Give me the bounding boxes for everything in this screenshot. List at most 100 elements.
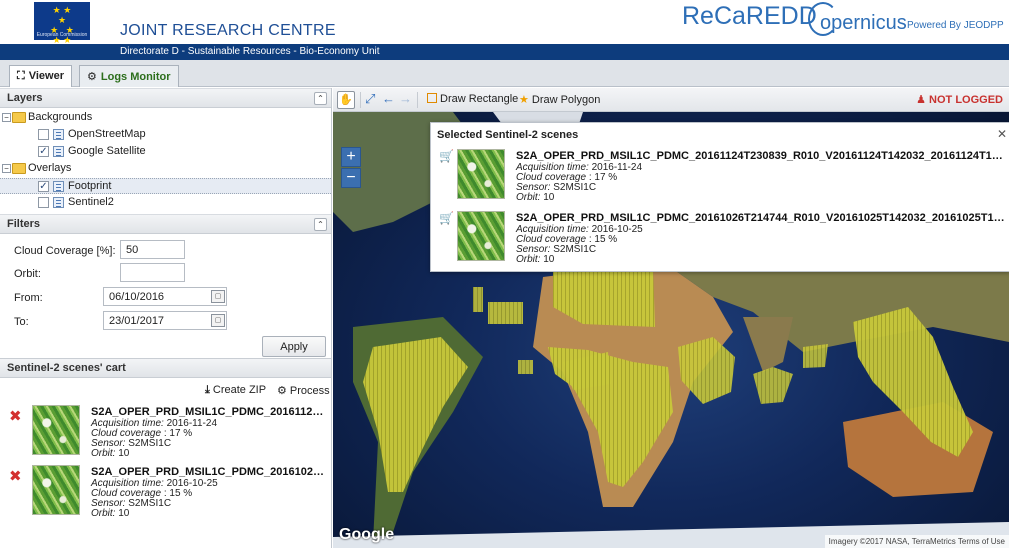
sensor-value: S2MSI1C [553,182,597,193]
calendar-icon[interactable]: ▢ [211,290,225,303]
orbit-label: Orbit: [14,268,41,280]
scene-thumbnail [32,465,80,515]
orbit-input[interactable] [120,263,185,282]
map-icon: ⛶ [17,70,25,82]
layer-label: Google Satellite [68,145,146,157]
collapse-tree-icon[interactable]: − [2,113,11,122]
folder-icon [12,163,26,174]
folder-icon [12,112,26,123]
orbit-value: 10 [543,192,555,203]
layer-icon [53,197,64,208]
layer-checkbox[interactable] [38,129,49,140]
orbit-value: 10 [118,508,130,519]
tab-logs-monitor[interactable]: ⚙ Logs Monitor [79,65,179,87]
footprint-atlantic [518,360,533,374]
tab-viewer[interactable]: ⛶ Viewer [9,65,72,87]
eu-logo: ★ ★ ★★ ★★ ★ ★ European Commission [34,2,90,55]
layer-google-satellite[interactable]: ✓ Google Satellite [0,144,331,160]
back-arrow-icon[interactable]: ← [382,91,395,106]
google-logo: Google [339,526,395,543]
scene-thumbnail [32,405,80,455]
layer-checkbox[interactable]: ✓ [38,181,49,192]
tree-group-backgrounds[interactable]: − Backgrounds [0,110,331,126]
scene-name: S2A_OPER_PRD_MSIL1C_PDMC_20161124T230839… [516,150,1006,162]
process-button[interactable]: ⚙ Process [277,384,330,397]
remove-icon[interactable]: ✖ [9,407,22,425]
orbit-label: Orbit: [91,448,116,459]
layer-label: Footprint [68,180,112,192]
layers-panel-header[interactable]: Layers ⌃ [0,88,331,108]
tab-bar: ⛶ Viewer ⚙ Logs Monitor [0,60,1009,87]
orbit-value: 10 [543,254,555,265]
app-header: ★ ★ ★★ ★★ ★ ★ European Commission JOINT … [0,0,1009,55]
layer-checkbox[interactable] [38,197,49,208]
layer-checkbox[interactable]: ✓ [38,146,49,157]
footprint-europe-strip [488,302,523,324]
scene-meta: Acquisition time: 2016-10-25 Cloud cover… [516,225,643,265]
cloud-coverage-input[interactable] [120,240,185,259]
copernicus-logo: opernicus [808,2,907,36]
star-icon: ★ [519,94,529,106]
scene-thumbnail [457,149,505,199]
eu-logo-caption: European Commission [36,32,88,38]
tab-logs-label: Logs Monitor [100,71,171,83]
tree-group-label: Backgrounds [28,111,93,123]
not-logged-label: NOT LOGGED [929,94,1003,106]
apply-button[interactable]: Apply [262,336,326,357]
layer-openstreetmap[interactable]: OpenStreetMap [0,127,331,143]
collapse-tree-icon[interactable]: − [2,164,11,173]
forward-arrow-icon[interactable]: → [399,91,412,106]
cart-title: Sentinel-2 scenes' cart [7,362,126,374]
zoom-in-button[interactable]: + [341,147,361,167]
calendar-icon[interactable]: ▢ [211,314,225,327]
cart-icon[interactable]: 🛒 [439,149,454,163]
user-icon: ♟ [916,94,926,106]
tree-group-overlays[interactable]: − Overlays [0,161,331,177]
map-toolbar: ✋ ⤢ ← → Draw Rectangle ★ Draw Polygon ♟ N… [333,88,1009,112]
copernicus-word: opernicus [820,12,907,34]
not-logged-status[interactable]: ♟ NOT LOGGED [916,93,1003,106]
zoom-extent-icon[interactable]: ⤢ [365,91,375,107]
popup-title: Selected Sentinel-2 scenes [437,129,579,141]
from-label: From: [14,292,43,304]
directorate-bar: Directorate D - Sustainable Resources - … [0,44,1009,60]
tree-group-label: Overlays [28,162,72,174]
zoom-out-button[interactable]: − [341,168,361,188]
collapse-filters-icon[interactable]: ⌃ [314,218,327,231]
map-attribution[interactable]: Imagery ©2017 NASA, TerraMetrics Terms o… [824,535,1009,548]
directorate-label: Directorate D - Sustainable Resources - … [120,46,380,57]
draw-polygon-button[interactable]: ★ Draw Polygon [519,93,600,111]
cart-icon[interactable]: 🛒 [439,211,454,225]
layer-icon [53,129,64,140]
sensor-value: S2MSI1C [128,498,172,509]
gear-icon: ⚙ [87,71,97,83]
to-date-input[interactable] [103,311,227,330]
orbit-label: Orbit: [91,508,116,519]
remove-icon[interactable]: ✖ [9,467,22,485]
scene-name: S2A_OPER_PRD_MSIL1C_PDMC_20161026T214744… [516,212,1006,224]
to-label: To: [14,316,29,328]
cart-actions: ⤓ Create ZIP ⚙ Process [0,379,331,401]
filters-panel-header[interactable]: Filters ⌃ [0,214,331,234]
sensor-value: S2MSI1C [128,438,172,449]
create-zip-button[interactable]: ⤓ Create ZIP [205,384,266,397]
close-icon[interactable]: ✕ [997,127,1007,141]
pan-hand-icon[interactable]: ✋ [337,91,355,109]
collapse-layers-icon[interactable]: ⌃ [314,92,327,105]
map-area: ✋ ⤢ ← → Draw Rectangle ★ Draw Polygon ♟ N… [333,88,1009,548]
eu-stars-icon: ★ ★ ★★ ★★ ★ ★ [50,5,74,55]
from-date-input[interactable] [103,287,227,306]
scene-name: S2A_OPER_PRD_MSIL1C_PDMC_20161124T230... [91,406,327,418]
create-zip-label: Create ZIP [212,384,267,396]
tab-viewer-label: Viewer [28,70,64,82]
layer-icon [53,146,64,157]
layer-footprint[interactable]: ✓ Footprint [0,178,331,194]
footprint-indian-ocean [753,367,793,404]
cart-item: ✖ S2A_OPER_PRD_MSIL1C_PDMC_20161124T230.… [0,405,331,465]
layer-sentinel2[interactable]: Sentinel2 [0,195,331,211]
gear-icon: ⚙ [277,385,287,397]
powered-by: Powered By JEODPP [907,20,1004,31]
draw-rectangle-button[interactable]: Draw Rectangle [427,93,518,111]
landmass-india [743,317,793,372]
cart-item: ✖ S2A_OPER_PRD_MSIL1C_PDMC_20161026T214.… [0,465,331,525]
